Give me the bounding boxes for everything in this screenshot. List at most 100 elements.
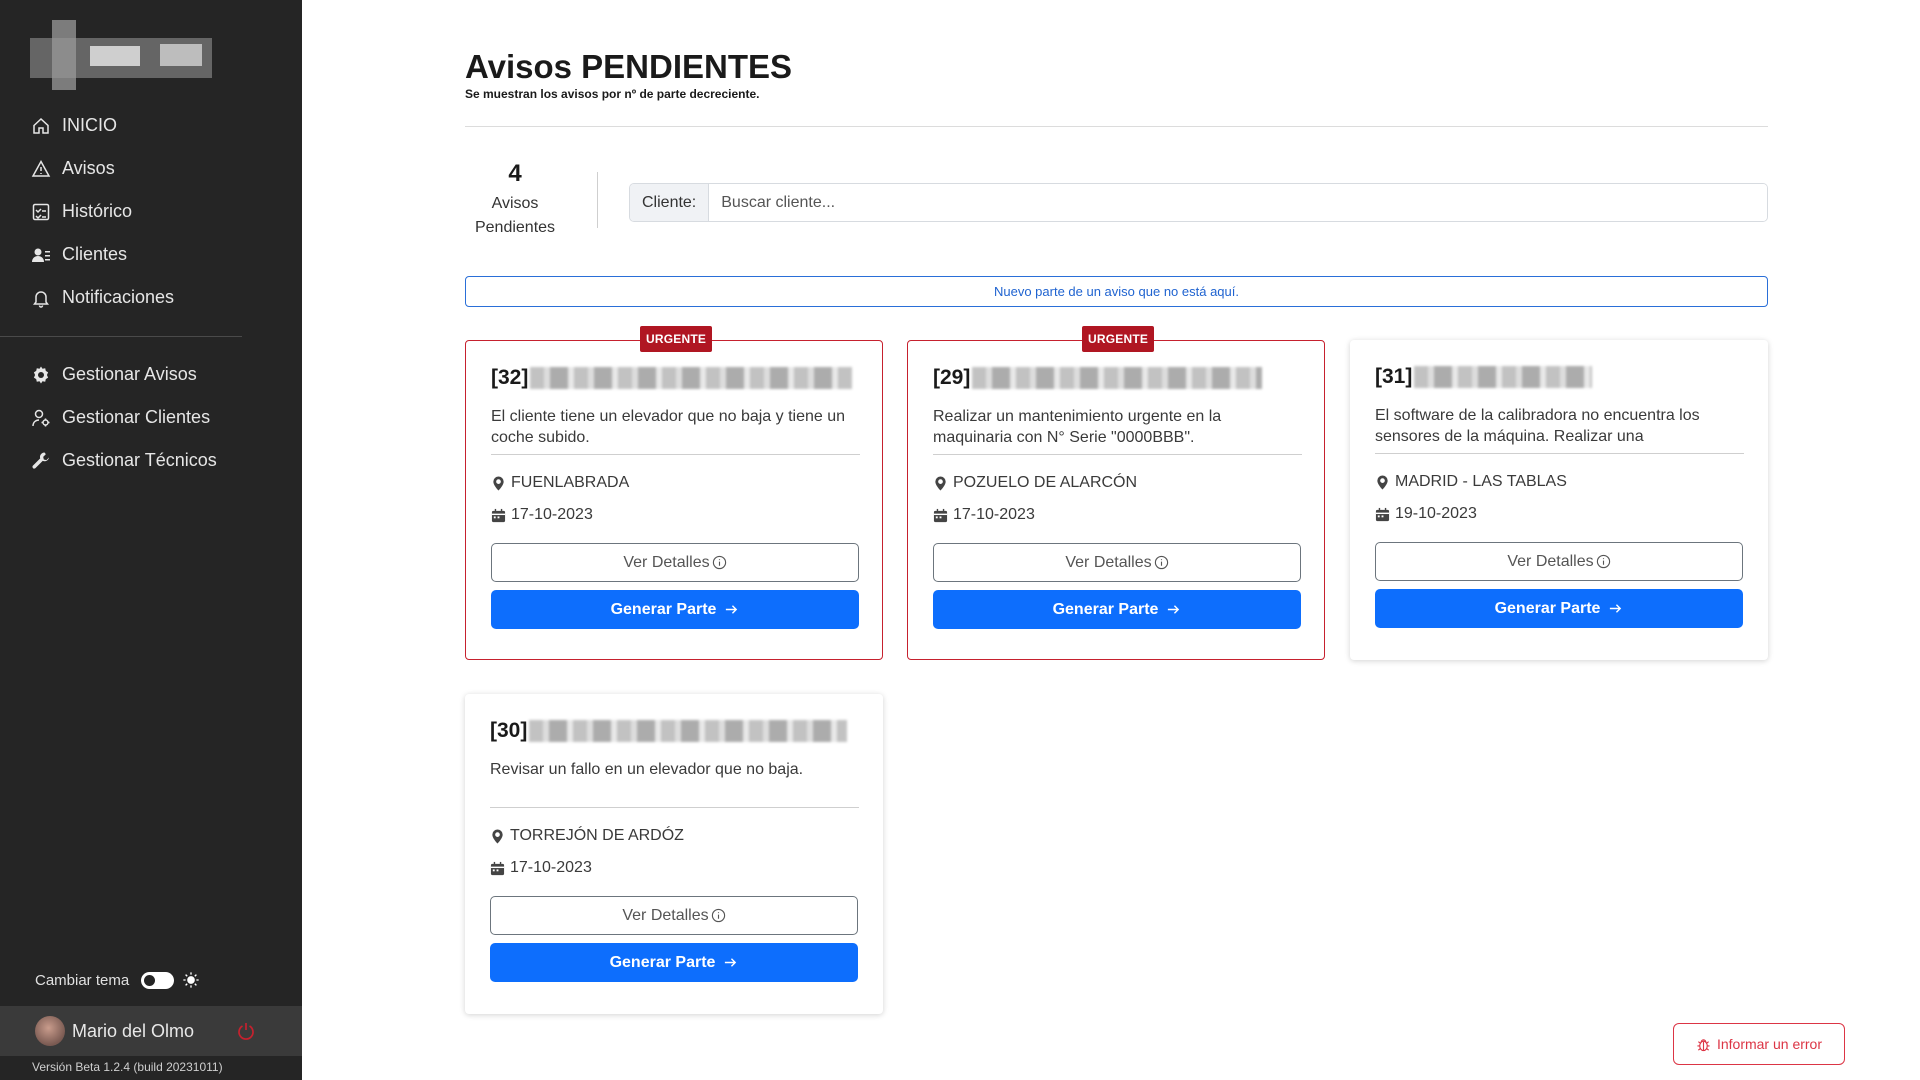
wrench-icon [32,451,49,469]
nav-item-historico[interactable]: Histórico [0,190,302,233]
info-icon [1154,555,1168,570]
card-location: FUENLABRADA [491,474,629,492]
nav-label: INICIO [62,115,118,135]
details-button[interactable]: Ver Detalles [491,543,859,582]
home-icon [33,117,49,134]
generate-label: Generar Parte [1052,600,1159,618]
card-divider [1375,453,1744,454]
nav-item-gestionar-avisos[interactable]: Gestionar Avisos [0,353,302,396]
theme-switcher: Cambiar tema [35,971,200,989]
location-text: POZUELO DE ALARCÓN [953,474,1138,491]
details-label: Ver Detalles [623,553,710,571]
card-id: [29] [933,366,971,389]
card-divider [490,807,859,808]
generate-button[interactable]: Generar Parte [1375,589,1743,628]
nav-item-gestionar-tecnicos[interactable]: Gestionar Técnicos [0,439,302,482]
calendar-icon [1375,507,1390,521]
search-input[interactable] [709,184,1767,221]
report-error-button[interactable]: Informar un error [1673,1023,1845,1065]
nav-item-inicio[interactable]: INICIO [0,104,302,147]
pending-label-1: Avisos [491,195,539,212]
gear-icon [33,366,49,383]
card-description: El software de la calibradora no encuent… [1375,407,1700,445]
details-label: Ver Detalles [622,906,709,924]
urgent-badge: URGENTE [1082,326,1155,352]
date-text: 17-10-2023 [511,506,593,523]
card-description: Realizar un mantenimiento urgente en la … [933,408,1222,446]
location-pin-icon [493,475,504,491]
redacted-client-name [972,367,1263,389]
pending-counter: 4 Avisos Pendientes [465,160,565,240]
generate-button[interactable]: Generar Parte [933,590,1301,629]
user-name: Mario del Olmo [72,1020,195,1041]
client-search: Cliente: [629,183,1768,222]
avatar [35,1016,65,1046]
power-icon[interactable] [236,1021,256,1041]
nav-item-clientes[interactable]: Clientes [0,233,302,276]
card-title: [30] [490,719,848,743]
theme-label: Cambiar tema [35,971,130,989]
nav-item-gestionar-clientes[interactable]: Gestionar Clientes [0,396,302,439]
page-title: Avisos PENDIENTES [465,48,793,85]
urgent-badge: URGENTE [640,326,713,352]
nav-label: Clientes [62,244,128,264]
user-panel: Mario del Olmo [0,1006,302,1056]
checklist-icon [32,203,50,220]
generate-label: Generar Parte [1494,599,1601,617]
details-button[interactable]: Ver Detalles [933,543,1301,582]
nav-label: Avisos [62,158,115,178]
aviso-card: URGENTE [32] El cliente tiene un elevado… [465,326,883,660]
card-date: 17-10-2023 [933,506,1035,524]
location-pin-icon [935,475,946,491]
card-divider [491,454,860,455]
generate-button[interactable]: Generar Parte [491,590,859,629]
generate-button[interactable]: Generar Parte [490,943,858,982]
new-report-button[interactable]: Nuevo parte de un aviso que no está aquí… [465,276,1768,307]
card-id: [32] [491,366,529,389]
calendar-icon [933,508,948,522]
warning-icon [31,159,51,177]
card-description: Revisar un fallo en un elevador que no b… [490,761,804,778]
generate-label: Generar Parte [610,600,717,618]
person-gear-icon [32,409,50,426]
arrow-right-icon [1610,604,1622,613]
theme-toggle[interactable] [141,971,175,989]
nav-label: Gestionar Avisos [62,364,197,384]
date-text: 17-10-2023 [510,859,592,876]
card-id: [30] [490,719,528,742]
date-text: 17-10-2023 [953,506,1035,523]
aviso-card: [30] Revisar un fallo en un elevador que… [465,694,883,1014]
details-label: Ver Detalles [1507,552,1594,570]
info-icon [712,555,726,570]
card-id: [31] [1375,365,1413,388]
counter-divider [597,172,598,228]
nav-label: Gestionar Clientes [62,407,211,427]
nav-label: Histórico [62,201,133,221]
card-location: POZUELO DE ALARCÓN [933,474,1137,492]
admin-nav: Gestionar Avisos Gestionar Clientes Gest… [0,353,302,482]
details-label: Ver Detalles [1065,553,1152,571]
redacted-client-name [1414,366,1593,388]
location-pin-icon [1377,474,1388,490]
card-location: TORREJÓN DE ARDÓZ [490,827,684,845]
nav-item-avisos[interactable]: Avisos [0,147,302,190]
pending-label-2: Pendientes [474,219,556,236]
sidebar: INICIO Avisos Histórico Clientes Notific… [0,0,302,1080]
card-title: [32] [491,366,853,390]
details-button[interactable]: Ver Detalles [490,896,858,935]
calendar-icon [490,861,505,875]
location-text: MADRID - LAS TABLAS [1395,473,1567,490]
nav-divider [0,336,242,337]
nav-item-notificaciones[interactable]: Notificaciones [0,276,302,319]
info-icon [1596,554,1610,569]
sun-icon [183,972,199,988]
aviso-card: [31] El software de la calibradora no en… [1350,340,1768,660]
nav-label: Gestionar Técnicos [62,450,217,470]
bug-icon [1697,1038,1710,1051]
details-button[interactable]: Ver Detalles [1375,542,1743,581]
people-icon [32,248,50,262]
arrow-right-icon [726,605,738,614]
card-title: [31] [1375,365,1593,389]
arrow-right-icon [1168,605,1180,614]
bell-icon [33,290,49,308]
